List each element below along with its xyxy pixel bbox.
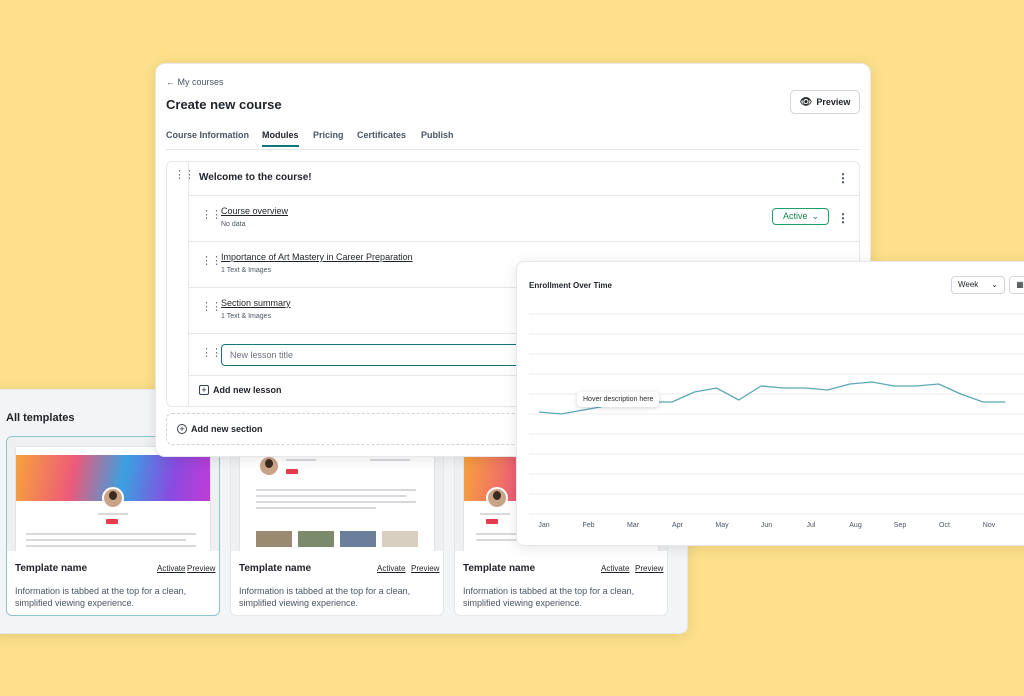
- arrow-left-icon: ←: [166, 77, 178, 87]
- eye-icon: 👁: [799, 97, 813, 108]
- x-tick-label: Jun: [761, 522, 772, 529]
- preview-label: Preview: [816, 97, 851, 107]
- tab-publish[interactable]: Publish: [421, 130, 454, 140]
- more-options-icon[interactable]: ⋮: [837, 212, 849, 224]
- x-tick-label: Jul: [807, 522, 816, 529]
- preview-link[interactable]: Preview: [187, 564, 215, 573]
- template-description: Information is tabbed at the top for a c…: [15, 586, 187, 608]
- chevron-down-icon: ⌄: [811, 211, 820, 221]
- lesson-row[interactable]: ⋮⋮ Course overview No data Active ⌄ ⋮: [189, 195, 859, 241]
- tab-pricing[interactable]: Pricing: [313, 130, 344, 140]
- x-tick-label: Mar: [627, 522, 640, 529]
- chart-tooltip: Hover description here: [577, 392, 660, 407]
- lesson-subtitle: 1 Text & Images: [221, 267, 272, 274]
- lesson-subtitle: No data: [221, 221, 246, 228]
- add-section-button[interactable]: + Add new section: [166, 413, 562, 445]
- x-tick-label: Sep: [894, 522, 907, 529]
- x-tick-label: Apr: [672, 522, 684, 529]
- preview-link[interactable]: Preview: [635, 564, 663, 573]
- course-tabs: Course Information Modules Pricing Certi…: [166, 128, 860, 150]
- x-tick-label: Aug: [849, 522, 862, 529]
- template-name: Template name: [239, 563, 312, 574]
- template-card[interactable]: Template name Activate Preview Informati…: [230, 436, 444, 616]
- drag-handle-icon[interactable]: ⋮⋮: [201, 348, 222, 359]
- activate-link[interactable]: Activate: [377, 564, 405, 573]
- lesson-title[interactable]: Section summary: [221, 298, 291, 308]
- tab-course-information[interactable]: Course Information: [166, 130, 249, 140]
- page-title: Create new course: [166, 97, 282, 112]
- activate-link[interactable]: Activate: [601, 564, 629, 573]
- plus-square-icon: +: [199, 385, 209, 395]
- drag-handle-icon[interactable]: ⋮⋮: [201, 302, 222, 313]
- plus-circle-icon: +: [177, 424, 187, 434]
- x-tick-label: May: [715, 522, 729, 529]
- x-tick-label: Jan: [538, 522, 549, 529]
- drag-handle-icon[interactable]: ⋮⋮: [201, 210, 222, 221]
- template-name: Template name: [463, 563, 536, 574]
- activate-link[interactable]: Activate: [157, 564, 185, 573]
- template-description: Information is tabbed at the top for a c…: [239, 586, 411, 608]
- status-dropdown[interactable]: Active ⌄: [772, 208, 829, 225]
- x-tick-label: Oct: [939, 522, 950, 529]
- templates-title: All templates: [6, 412, 75, 424]
- drag-handle-icon[interactable]: ⋮⋮: [174, 170, 195, 181]
- back-link[interactable]: ← My courses: [166, 77, 224, 87]
- add-section-label: Add new section: [191, 424, 263, 434]
- status-label: Active: [783, 211, 808, 221]
- more-options-icon[interactable]: ⋮: [837, 172, 849, 184]
- section-title: Welcome to the course!: [199, 172, 312, 183]
- template-name: Template name: [15, 563, 88, 574]
- tab-certificates[interactable]: Certificates: [357, 130, 406, 140]
- back-label: My courses: [177, 77, 224, 87]
- add-lesson-label: Add new lesson: [213, 385, 282, 395]
- x-tick-label: Feb: [582, 522, 594, 529]
- new-lesson-input[interactable]: New lesson title: [221, 344, 521, 366]
- enrollment-chart-card: Enrollment Over Time Week ⌄ ▦ Jan Feb Mar Ap…: [516, 261, 1024, 546]
- preview-link[interactable]: Preview: [411, 564, 439, 573]
- lesson-title[interactable]: Course overview: [221, 206, 288, 216]
- drag-handle-icon[interactable]: ⋮⋮: [201, 256, 222, 267]
- preview-button[interactable]: 👁 Preview: [790, 90, 860, 114]
- template-description: Information is tabbed at the top for a c…: [463, 586, 635, 608]
- lesson-subtitle: 1 Text & Images: [221, 313, 272, 320]
- x-tick-label: Nov: [983, 522, 996, 529]
- template-card[interactable]: Template name Activate Preview Informati…: [6, 436, 220, 616]
- tab-modules[interactable]: Modules: [262, 130, 299, 147]
- lesson-title[interactable]: Importance of Art Mastery in Career Prep…: [221, 252, 413, 262]
- add-lesson-button[interactable]: + Add new lesson: [199, 385, 282, 395]
